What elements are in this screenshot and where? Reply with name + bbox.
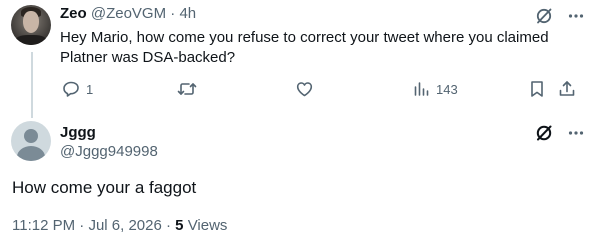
bookmark-icon <box>529 80 545 98</box>
default-avatar[interactable] <box>11 121 51 161</box>
views-count: 5 <box>175 217 184 234</box>
avatar-body <box>17 146 45 161</box>
tweet-meta: 11:12 PM · Jul 6, 2026 · 5 Views <box>12 217 227 235</box>
avatar[interactable] <box>11 5 51 45</box>
author-handle[interactable]: @ZeoVGM <box>91 5 166 22</box>
share-button[interactable] <box>558 80 576 98</box>
avatar-head <box>24 129 38 143</box>
more-options-icon[interactable] <box>567 124 585 142</box>
reply-count: 1 <box>86 81 94 97</box>
header-separator: · <box>170 5 176 22</box>
avatar-shirt <box>15 35 47 45</box>
tweet-text: Hey Mario, how come you refuse to correc… <box>60 29 549 66</box>
share-icon <box>558 80 576 98</box>
author-name[interactable]: Jggg <box>60 124 96 142</box>
views-label: Views <box>187 217 228 234</box>
analytics-icon <box>412 80 430 98</box>
meta-separator: · <box>79 217 85 234</box>
reply-icon <box>62 80 80 98</box>
tweet-timestamp[interactable]: 4h <box>179 5 196 22</box>
tweet-top-actions <box>535 124 585 142</box>
views-button[interactable]: 143 <box>412 80 458 98</box>
tweet-top-actions <box>535 7 585 25</box>
heart-icon <box>295 80 314 98</box>
repost-button[interactable] <box>177 80 203 98</box>
bookmark-button[interactable] <box>529 80 545 98</box>
more-options-icon[interactable] <box>567 7 585 25</box>
like-button[interactable] <box>295 80 320 98</box>
repost-icon <box>177 80 197 98</box>
grok-icon[interactable] <box>535 124 553 142</box>
tweet-time[interactable]: 11:12 PM <box>12 217 75 234</box>
reply-button[interactable]: 1 <box>62 80 93 98</box>
meta-separator: · <box>166 217 171 234</box>
tweet-date[interactable]: Jul 6, 2026 <box>88 217 161 234</box>
avatar-face <box>23 11 39 33</box>
views-count: 143 <box>436 81 458 97</box>
tweet-header: Zeo @ZeoVGM · 4h <box>60 5 196 23</box>
tweet-text: How come your a faggot <box>12 178 197 197</box>
thread-line <box>31 52 33 118</box>
grok-icon[interactable] <box>535 7 553 25</box>
tweet-actions: 1 143 <box>60 80 580 100</box>
author-handle[interactable]: @Jggg949998 <box>60 143 158 161</box>
author-name[interactable]: Zeo <box>60 5 87 22</box>
